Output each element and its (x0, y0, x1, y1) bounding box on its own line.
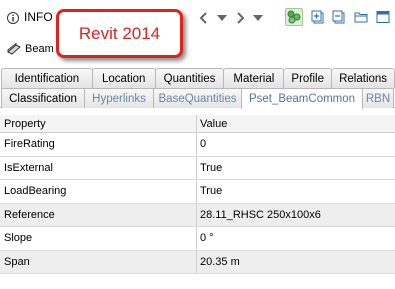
triangle-down-icon (253, 15, 263, 21)
info-icon (7, 12, 19, 24)
filter-button[interactable] (285, 8, 303, 26)
property-grid: Property Value FireRating 0 IsExternal T… (0, 115, 395, 274)
expand-tree-button[interactable] (309, 8, 327, 26)
window-icon (376, 11, 390, 23)
tab-hyperlinks[interactable]: Hyperlinks (84, 88, 154, 108)
tab-rbn[interactable]: RBN (362, 88, 394, 108)
tab-quantities[interactable]: Quantities (154, 68, 225, 88)
tab-row-1: Identification Location Quantities Mater… (0, 68, 395, 88)
version-callout: Revit 2014 (56, 9, 183, 58)
navigation-buttons (195, 9, 267, 27)
forward-button[interactable] (231, 9, 249, 27)
tab-pset-beamcommon[interactable]: Pset_BeamCommon (241, 88, 363, 109)
property-value: True (200, 185, 223, 198)
table-row[interactable]: Reference 28.11_RHSC 250x100x6 (0, 203, 395, 227)
folder-icon (354, 12, 368, 23)
property-value: 20.35 m (200, 255, 240, 268)
tab-location[interactable]: Location (91, 68, 156, 88)
grid-header: Property Value (0, 115, 395, 133)
entity-label: Beam (25, 43, 54, 55)
tab-classification[interactable]: Classification (1, 88, 85, 108)
window-button[interactable] (374, 8, 392, 26)
property-value: 0 ° (200, 232, 214, 245)
property-name: FireRating (0, 133, 197, 156)
table-row[interactable]: LoadBearing True (0, 180, 395, 204)
app-title: INFO (24, 10, 53, 24)
property-value: 0 (200, 138, 207, 151)
tab-material[interactable]: Material (223, 68, 285, 88)
tab-basequantities[interactable]: BaseQuantities (153, 88, 242, 108)
back-button[interactable] (195, 9, 213, 27)
forward-history-button[interactable] (249, 9, 267, 27)
tab-identification[interactable]: Identification (1, 68, 93, 88)
chevron-left-icon (199, 12, 207, 24)
table-row[interactable]: FireRating 0 (0, 133, 395, 157)
property-name: IsExternal (0, 156, 197, 179)
chevron-right-icon (237, 12, 245, 24)
tab-profile[interactable]: Profile (283, 68, 333, 88)
property-value: True (200, 161, 223, 174)
table-row[interactable]: Span 20.35 m (0, 250, 395, 274)
open-folder-button[interactable] (352, 8, 370, 26)
tree-add-icon (311, 10, 324, 24)
header-bar: INFO Beam Revit 2014 (0, 0, 395, 68)
tree-remove-icon (332, 10, 345, 24)
property-name: Slope (0, 227, 197, 250)
collapse-tree-button[interactable] (330, 8, 348, 26)
value-column-header[interactable]: Value (197, 115, 395, 132)
filter-icon (287, 10, 301, 24)
tab-relations[interactable]: Relations (331, 68, 395, 88)
back-history-button[interactable] (213, 9, 231, 27)
triangle-down-icon (217, 15, 227, 21)
table-row[interactable]: IsExternal True (0, 156, 395, 180)
property-name: LoadBearing (0, 180, 197, 203)
property-name: Reference (0, 203, 197, 226)
table-row[interactable]: Slope 0 ° (0, 227, 395, 251)
property-name: Span (0, 250, 197, 273)
beam-icon (7, 43, 21, 55)
tab-row-2: Classification Hyperlinks BaseQuantities… (0, 88, 395, 109)
property-value: 28.11_RHSC 250x100x6 (200, 208, 321, 221)
property-column-header[interactable]: Property (0, 115, 197, 132)
